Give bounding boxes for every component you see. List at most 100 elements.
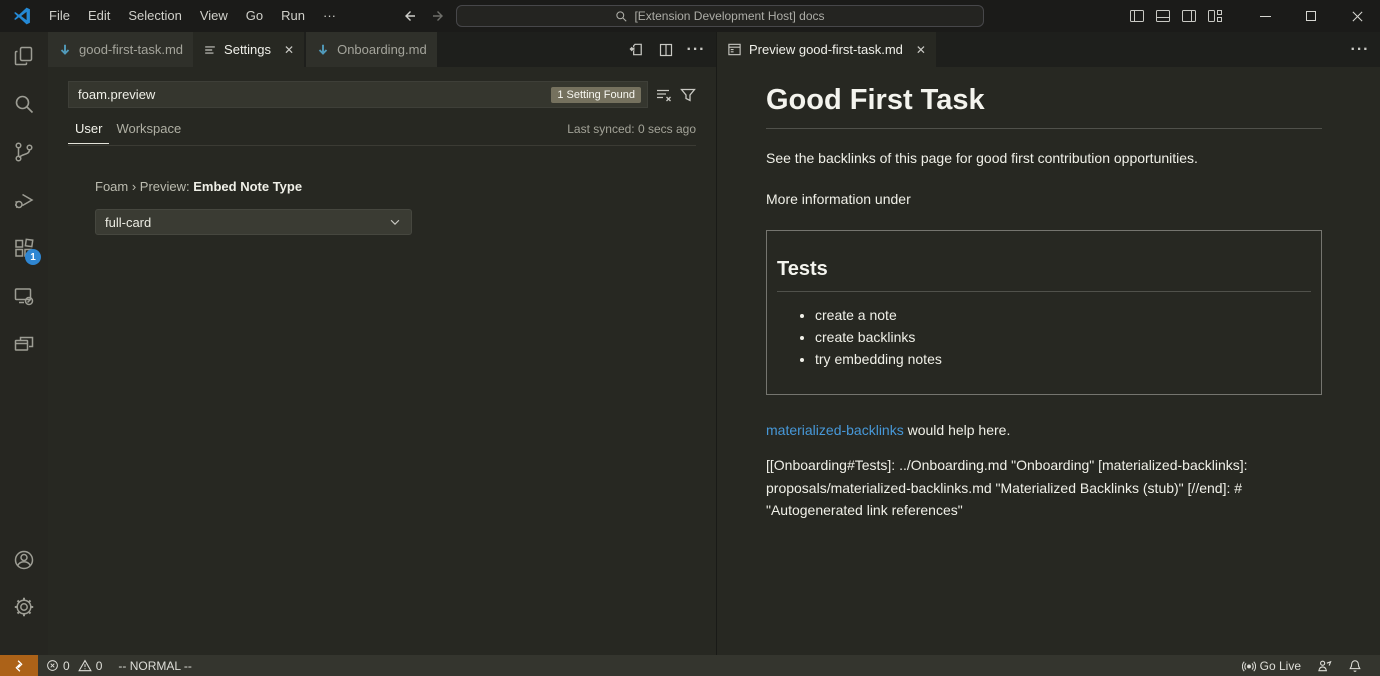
maximize-icon[interactable]: [1288, 0, 1334, 32]
open-preview-icon: [727, 42, 742, 57]
back-icon[interactable]: [398, 5, 420, 27]
title-bar: File Edit Selection View Go Run ··· [Ext…: [0, 0, 1380, 32]
markdown-file-icon: [58, 43, 72, 57]
vscode-logo-icon: [12, 6, 32, 26]
materialized-backlinks-link[interactable]: materialized-backlinks: [766, 422, 904, 438]
last-synced-label: Last synced: 0 secs ago: [567, 119, 696, 136]
list-item: create a note: [815, 307, 1311, 323]
close-window-icon[interactable]: [1334, 0, 1380, 32]
menu-edit[interactable]: Edit: [79, 0, 119, 32]
remote-indicator[interactable]: [0, 655, 38, 676]
settings-search-value: foam.preview: [78, 87, 551, 102]
remote-explorer-icon[interactable]: [0, 272, 48, 320]
tab-label: good-first-task.md: [79, 42, 183, 57]
activity-bar: 1: [0, 32, 48, 655]
accounts-icon[interactable]: [0, 536, 48, 584]
more-actions-icon[interactable]: ···: [684, 38, 708, 62]
divider: [777, 291, 1311, 292]
setting-title-name: Embed Note Type: [193, 179, 302, 194]
tab-good-first-task[interactable]: good-first-task.md: [48, 32, 193, 67]
setting-title: Foam › Preview: Embed Note Type: [95, 179, 302, 194]
divider: [766, 128, 1322, 129]
clear-filters-icon[interactable]: [655, 87, 673, 103]
toggle-secondary-sidebar-icon[interactable]: [1176, 0, 1202, 32]
warnings-icon: [78, 659, 92, 672]
preview-paragraph: See the backlinks of this page for good …: [766, 150, 1322, 166]
list-item: create backlinks: [815, 329, 1311, 345]
go-live-button[interactable]: Go Live: [1234, 655, 1309, 676]
run-debug-icon[interactable]: [0, 176, 48, 224]
errors-count: 0: [63, 659, 70, 673]
left-tab-bar: good-first-task.md Settings ✕ Onboarding…: [48, 32, 716, 67]
chevron-down-icon: [388, 215, 402, 229]
menu-run[interactable]: Run: [272, 0, 314, 32]
errors-icon: [46, 659, 59, 672]
toggle-primary-sidebar-icon[interactable]: [1124, 0, 1150, 32]
menu-go[interactable]: Go: [237, 0, 272, 32]
menu-more[interactable]: ···: [314, 0, 345, 32]
markdown-preview: Good First Task See the backlinks of thi…: [766, 67, 1322, 655]
problems-status[interactable]: 0 0: [38, 655, 110, 676]
menu-selection[interactable]: Selection: [119, 0, 190, 32]
open-settings-json-icon[interactable]: [624, 38, 648, 62]
settings-body: foam.preview 1 Setting Found User Worksp…: [48, 67, 716, 655]
share-person-icon: [1317, 659, 1332, 673]
vim-mode-indicator[interactable]: -- NORMAL --: [110, 655, 200, 676]
settings-editor-group: good-first-task.md Settings ✕ Onboarding…: [48, 32, 716, 655]
scope-tab-workspace[interactable]: Workspace: [109, 119, 188, 143]
link-suffix: would help here.: [904, 422, 1011, 438]
tab-label: Onboarding.md: [337, 42, 427, 57]
extensions-icon[interactable]: 1: [0, 224, 48, 272]
search-icon: [615, 10, 628, 23]
setting-title-prefix: Foam › Preview:: [95, 179, 193, 194]
menu-view[interactable]: View: [191, 0, 237, 32]
settings-search-input[interactable]: foam.preview 1 Setting Found: [68, 81, 648, 108]
notifications-bell-icon[interactable]: [1340, 655, 1370, 676]
minimize-icon[interactable]: [1242, 0, 1288, 32]
go-live-label: Go Live: [1260, 659, 1301, 673]
preview-editor-group: Preview good-first-task.md ✕ ··· Good Fi…: [717, 32, 1380, 655]
titlebar-spacer: [1228, 0, 1242, 32]
tab-close-icon[interactable]: ✕: [916, 43, 926, 57]
windows-view-icon[interactable]: [0, 320, 48, 368]
preview-title: Good First Task: [766, 84, 1322, 117]
explorer-icon[interactable]: [0, 32, 48, 80]
tab-settings[interactable]: Settings ✕: [193, 32, 304, 67]
embedded-note-card: Tests create a note create backlinks try…: [766, 230, 1322, 395]
broadcast-icon: [1242, 659, 1256, 673]
vim-mode-label: -- NORMAL --: [118, 659, 192, 673]
customize-layout-icon[interactable]: [1202, 0, 1228, 32]
embed-note-type-select[interactable]: full-card: [95, 209, 412, 235]
toggle-panel-icon[interactable]: [1150, 0, 1176, 32]
right-tab-bar: Preview good-first-task.md ✕ ···: [717, 32, 1380, 67]
link-references-text: [[Onboarding#Tests]: ../Onboarding.md "O…: [766, 454, 1322, 522]
tab-label: Settings: [224, 42, 271, 57]
extensions-badge: 1: [25, 249, 41, 265]
command-center-label: [Extension Development Host] docs: [634, 9, 824, 23]
tab-preview[interactable]: Preview good-first-task.md ✕: [717, 32, 936, 67]
list-item: try embedding notes: [815, 351, 1311, 367]
preview-paragraph: materialized-backlinks would help here.: [766, 422, 1322, 438]
embed-note-type-value: full-card: [105, 215, 151, 230]
embedded-note-list: create a note create backlinks try embed…: [777, 307, 1311, 367]
more-actions-icon[interactable]: ···: [1348, 38, 1372, 62]
filter-icon[interactable]: [680, 87, 696, 103]
source-control-icon[interactable]: [0, 128, 48, 176]
settings-scope-tabs: User Workspace Last synced: 0 secs ago: [68, 119, 696, 146]
menu-file[interactable]: File: [40, 0, 79, 32]
tab-close-icon[interactable]: ✕: [284, 43, 294, 57]
tab-onboarding[interactable]: Onboarding.md: [306, 32, 437, 67]
vscode-window: File Edit Selection View Go Run ··· [Ext…: [0, 0, 1380, 676]
search-view-icon[interactable]: [0, 80, 48, 128]
menu-bar: File Edit Selection View Go Run ···: [40, 0, 345, 32]
split-editor-icon[interactable]: [654, 38, 678, 62]
scope-tab-user[interactable]: User: [68, 119, 109, 144]
command-center[interactable]: [Extension Development Host] docs: [456, 5, 984, 27]
markdown-file-icon: [316, 43, 330, 57]
live-share-button[interactable]: [1309, 655, 1340, 676]
preview-paragraph: More information under: [766, 191, 1322, 207]
status-bar: 0 0 -- NORMAL -- Go Live: [0, 655, 1380, 676]
settings-gear-icon[interactable]: [0, 583, 48, 631]
forward-icon[interactable]: [428, 5, 450, 27]
settings-list-icon: [203, 43, 217, 57]
